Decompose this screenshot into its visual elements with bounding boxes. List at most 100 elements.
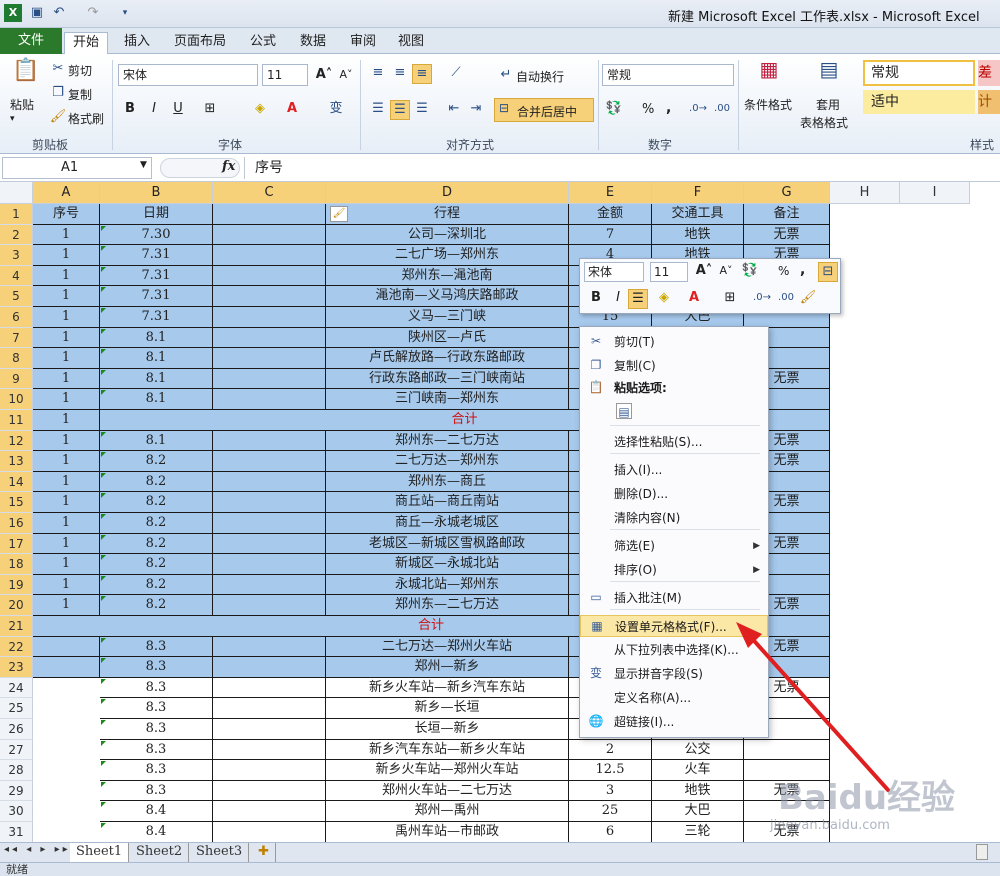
cell[interactable]	[213, 513, 326, 534]
currency-icon[interactable]: 💱	[604, 100, 624, 120]
cell[interactable]	[33, 636, 100, 658]
cell[interactable]	[213, 739, 326, 761]
cell[interactable]: 1	[33, 348, 100, 369]
cell[interactable]: 1	[33, 492, 100, 513]
cell[interactable]: 1	[33, 595, 100, 616]
tab-view[interactable]: 视图	[390, 32, 432, 54]
cell[interactable]: 8.2	[100, 492, 213, 513]
row-header[interactable]: 21	[0, 616, 33, 637]
align-top-icon[interactable]: ≡	[368, 64, 388, 84]
cell[interactable]	[213, 245, 326, 266]
sheet-tab-1[interactable]: Sheet1	[70, 843, 130, 862]
cell[interactable]: 8.1	[100, 389, 213, 410]
table-format-button-1[interactable]: 套用	[816, 96, 840, 113]
cell[interactable]: 8.2	[100, 554, 213, 575]
context-menu-item-1[interactable]: ❐ 复制(C)	[580, 355, 768, 377]
cell[interactable]: 郑州东—二七万达	[326, 430, 569, 452]
cell[interactable]: 7.31	[100, 307, 213, 328]
sheet-nav-icon[interactable]: ◂◂ ◂ ▸ ▸▸	[4, 844, 71, 855]
context-menu-item-5[interactable]: 插入(I)...	[580, 459, 768, 481]
row-header[interactable]: 19	[0, 574, 33, 596]
cell[interactable]: 2	[569, 739, 652, 761]
cell[interactable]	[213, 801, 326, 822]
cell[interactable]: 7.30	[100, 224, 213, 246]
row-header[interactable]: 22	[0, 636, 33, 658]
format-painter-icon[interactable]: 🖌	[48, 108, 68, 128]
number-format-select[interactable]: 常规	[602, 64, 734, 86]
increase-font-icon[interactable]: A˄	[314, 66, 334, 86]
row-header[interactable]: 15	[0, 492, 33, 513]
cell[interactable]: 8.3	[100, 739, 213, 761]
cell[interactable]: 1	[33, 368, 100, 390]
mini-comma-button[interactable]: ,	[800, 262, 805, 278]
mini-format-painter-icon[interactable]: 🖌	[798, 289, 818, 309]
cell[interactable]: 12.5	[569, 760, 652, 781]
align-bottom-icon[interactable]: ≡	[412, 64, 432, 84]
borders-icon[interactable]: ⊞	[200, 100, 220, 120]
context-menu-item-7[interactable]: 清除内容(N)	[580, 507, 768, 529]
row-header[interactable]: 14	[0, 471, 33, 493]
cell[interactable]: 8.3	[100, 780, 213, 802]
underline-icon[interactable]: U	[168, 100, 188, 120]
wrap-text-icon[interactable]: ↵	[496, 66, 516, 86]
header-cell[interactable]: 日期	[100, 204, 213, 225]
column-header-a[interactable]: A	[33, 182, 100, 204]
cell[interactable]: 义马—三门峡	[326, 307, 569, 328]
tab-page-layout[interactable]: 页面布局	[166, 32, 234, 54]
wrap-text-button[interactable]: 自动换行	[516, 68, 564, 85]
row-header[interactable]: 7	[0, 327, 33, 349]
decrease-decimal-icon[interactable]: .00	[712, 100, 732, 120]
cell[interactable]: 1	[33, 327, 100, 349]
cell[interactable]: 8.3	[100, 677, 213, 699]
cell[interactable]: 二七广场—郑州东	[326, 245, 569, 266]
cell[interactable]: 商丘—永城老城区	[326, 513, 569, 534]
cell[interactable]: 永城北站—郑州东	[326, 574, 569, 596]
column-header-d[interactable]: D	[326, 182, 569, 204]
row-header[interactable]: 29	[0, 780, 33, 802]
name-box[interactable]: A1	[2, 157, 152, 179]
context-menu-item-13[interactable]: 变显示拼音字段(S)	[580, 663, 768, 685]
cell[interactable]: 8.3	[100, 657, 213, 678]
formula-input[interactable]: 序号	[244, 157, 1000, 179]
header-cell[interactable]: 序号	[33, 204, 100, 225]
cut-button[interactable]: 剪切	[68, 62, 92, 79]
cell[interactable]: 1	[33, 471, 100, 493]
cell[interactable]: 郑州东—二七万达	[326, 595, 569, 616]
cell[interactable]: 长垣—新乡	[326, 719, 569, 740]
cell[interactable]	[213, 348, 326, 369]
conditional-format-button[interactable]: 条件格式	[744, 96, 792, 113]
cell[interactable]: 8.3	[100, 719, 213, 740]
tab-file[interactable]: 文件	[0, 28, 63, 54]
cell[interactable]	[213, 780, 326, 802]
row-header[interactable]: 6	[0, 307, 33, 328]
cell[interactable]: 8.1	[100, 368, 213, 390]
row-header[interactable]: 9	[0, 368, 33, 390]
cell[interactable]	[213, 574, 326, 596]
cell[interactable]: 行政东路邮政—三门峡南站	[326, 368, 569, 390]
row-header[interactable]: 24	[0, 677, 33, 699]
cell[interactable]: 7.31	[100, 286, 213, 307]
cell[interactable]: 新乡火车站—郑州火车站	[326, 760, 569, 781]
paste-options-icon[interactable]: 🖌	[330, 206, 348, 222]
italic-icon[interactable]: I	[144, 100, 164, 120]
row-header[interactable]: 1	[0, 204, 33, 225]
cell[interactable]: 1	[33, 513, 100, 534]
undo-icon[interactable]: ↶	[50, 4, 68, 22]
mini-increase-font-icon[interactable]: A˄	[694, 262, 714, 282]
style-bad[interactable]: 差	[978, 60, 1000, 86]
cell[interactable]	[213, 822, 326, 842]
tab-formulas[interactable]: 公式	[242, 32, 284, 54]
cell[interactable]	[33, 657, 100, 678]
cell[interactable]: 商丘站—商丘南站	[326, 492, 569, 513]
cell[interactable]: 8.2	[100, 533, 213, 555]
mini-font-color-icon[interactable]: A	[684, 289, 704, 309]
sheet-tab-3[interactable]: Sheet3	[190, 843, 250, 862]
cell[interactable]: 新乡汽车东站—新乡火车站	[326, 739, 569, 761]
mini-fill-color-icon[interactable]: ◈	[654, 289, 674, 309]
cell[interactable]: 卢氏解放路—行政东路邮政	[326, 348, 569, 369]
save-icon[interactable]: ▣	[28, 4, 46, 22]
cell[interactable]: 地铁	[652, 780, 744, 802]
cell[interactable]	[213, 430, 326, 452]
mini-percent-button[interactable]: %	[778, 264, 789, 278]
cell[interactable]	[213, 327, 326, 349]
